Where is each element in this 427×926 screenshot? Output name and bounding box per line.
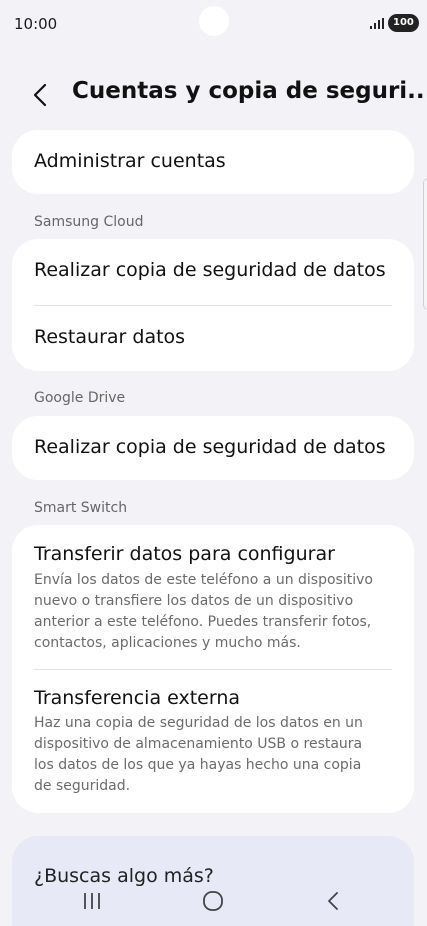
camera-cutout (199, 6, 229, 36)
chevron-left-icon[interactable] (30, 82, 50, 108)
battery-icon: 100 (388, 14, 419, 32)
samsung-backup-item[interactable]: Realizar copia de seguridad de datos (34, 259, 386, 281)
home-icon[interactable] (202, 890, 224, 912)
section-google-drive: Google Drive (34, 390, 126, 406)
navigation-bar (0, 880, 427, 926)
manage-accounts-item[interactable]: Administrar cuentas (34, 150, 226, 172)
recent-apps-icon[interactable] (82, 890, 102, 912)
manage-accounts-card: Administrar cuentas (12, 130, 414, 194)
google-backup-item[interactable]: Realizar copia de seguridad de datos (34, 436, 386, 458)
section-smart-switch: Smart Switch (34, 500, 128, 516)
signal-icon (370, 18, 384, 29)
external-transfer-title[interactable]: Transferencia externa (34, 687, 240, 709)
scroll-indicator[interactable] (423, 178, 427, 310)
divider (34, 305, 392, 306)
status-time: 10:00 (14, 15, 58, 33)
external-transfer-desc: Haz una copia de seguridad de los datos … (34, 715, 363, 794)
status-bar: 10:00 100 (0, 0, 427, 56)
page-title: Cuentas y copia de seguri... (72, 78, 427, 104)
app-header: Cuentas y copia de seguri... (0, 70, 427, 120)
divider (34, 669, 392, 670)
samsung-cloud-card: Realizar copia de seguridad de datos Res… (12, 239, 414, 371)
samsung-restore-item[interactable]: Restaurar datos (34, 326, 185, 348)
google-drive-card: Realizar copia de seguridad de datos (12, 416, 414, 480)
back-icon[interactable] (326, 890, 340, 912)
transfer-setup-desc: Envía los datos de este teléfono a un di… (34, 572, 373, 651)
section-samsung-cloud: Samsung Cloud (34, 214, 144, 230)
transfer-setup-title[interactable]: Transferir datos para configurar (34, 543, 335, 565)
smart-switch-card: Transferir datos para configurar Envía l… (12, 525, 414, 813)
